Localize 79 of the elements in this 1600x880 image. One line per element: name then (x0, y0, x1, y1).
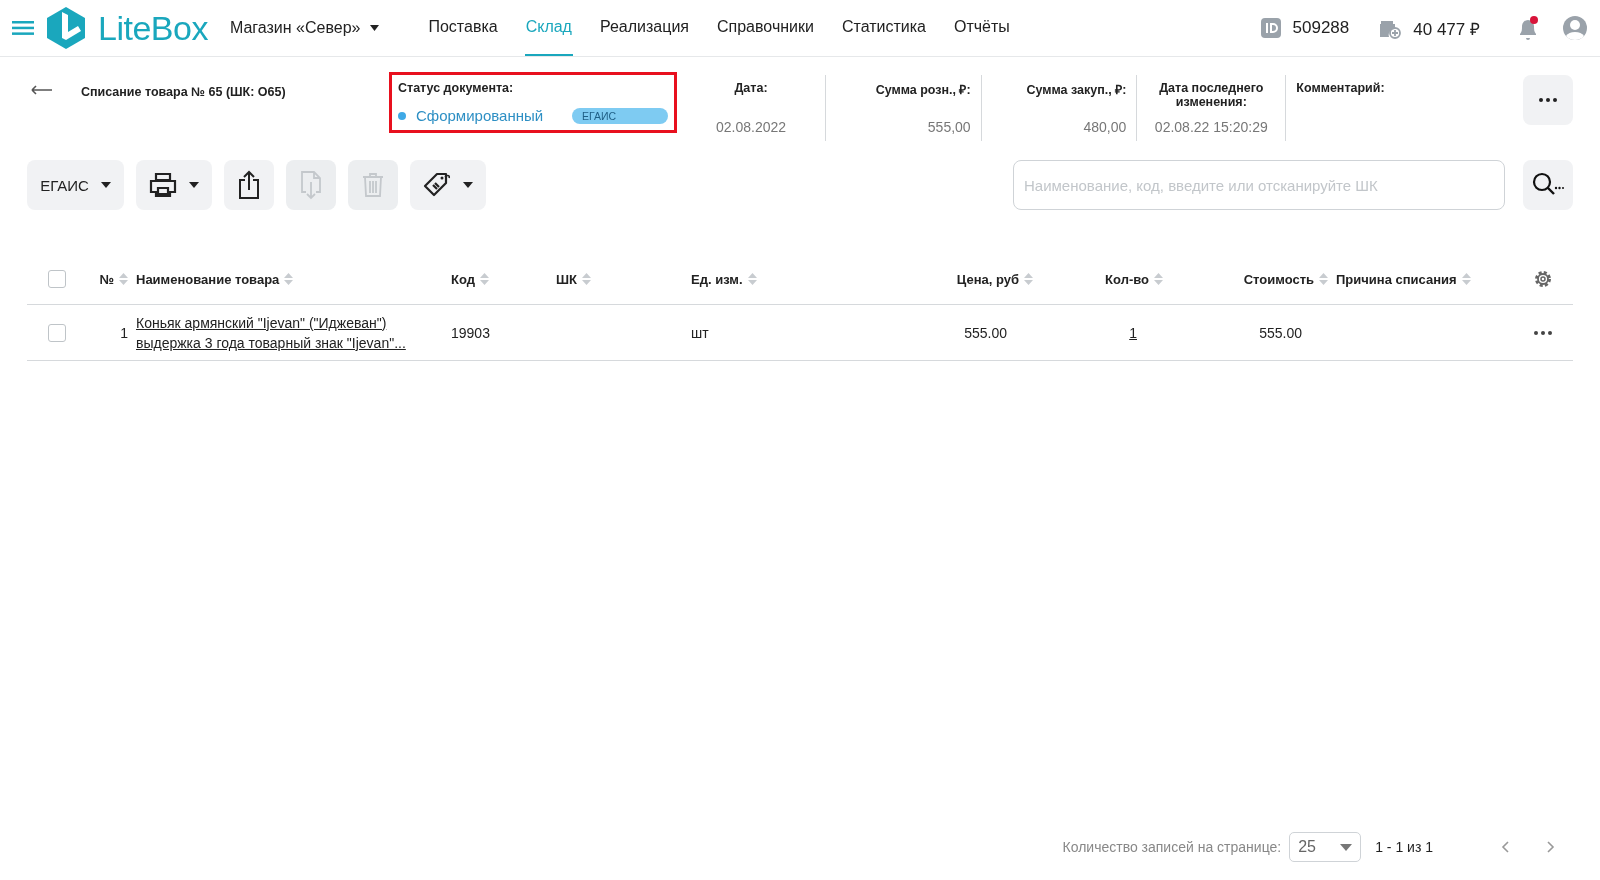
sort-icon[interactable] (747, 272, 757, 286)
caret-icon (1340, 843, 1353, 851)
row-checkbox[interactable] (48, 323, 66, 342)
id-icon (1260, 18, 1281, 38)
quantity-link[interactable]: 1 (1129, 324, 1137, 341)
nav-tab[interactable]: Статистика (840, 0, 927, 56)
field-value: 02.08.2022 (715, 119, 787, 135)
balance: 40 477 ₽ (1413, 18, 1480, 40)
column-header[interactable]: Причина списания (1336, 271, 1457, 287)
cost: 555.00 (1259, 324, 1302, 341)
more-icon (1538, 98, 1557, 102)
sort-icon[interactable] (1319, 272, 1328, 286)
field-label: Сумма закуп., ₽: (1026, 82, 1127, 98)
column-header[interactable]: Цена, руб (956, 271, 1019, 287)
page-size-select[interactable]: 25 (1289, 832, 1362, 862)
field-label: Комментарий: (1296, 81, 1385, 95)
field-value: 555,00 (927, 119, 971, 135)
price-tag-icon (423, 171, 451, 199)
field-value: 480,00 (1083, 119, 1127, 135)
caret-icon (189, 182, 199, 188)
sort-icon[interactable] (479, 272, 489, 286)
sort-icon[interactable] (582, 272, 591, 286)
chevron-left-icon[interactable] (1501, 841, 1509, 853)
field-label: Сумма розн., ₽: (875, 82, 971, 98)
column-header[interactable]: Кол-во (1105, 271, 1149, 287)
nav-tab[interactable]: Реализация (598, 0, 690, 56)
trash-icon (362, 172, 384, 198)
account-id: 509288 (1292, 18, 1350, 38)
document-title: Списание товара № 65 (ШК: О65) (81, 85, 286, 99)
status-dot-icon (398, 111, 406, 120)
print-button[interactable] (136, 160, 212, 210)
caret-icon (463, 182, 473, 188)
field-label: Дата: (734, 81, 768, 95)
product-code: 19903 (451, 324, 490, 341)
cube-logo-icon (44, 6, 88, 50)
settings-icon[interactable] (1533, 269, 1553, 289)
status-value: Сформированный (416, 107, 545, 124)
nav-tab[interactable]: Справочники (716, 0, 815, 56)
sort-icon[interactable] (1024, 272, 1033, 286)
page-size-label: Количество записей на странице: (1062, 839, 1282, 855)
more-icon[interactable] (1534, 330, 1552, 335)
store-selector[interactable]: Магазин «Север» (229, 19, 380, 37)
export-button[interactable] (224, 160, 274, 210)
nav-tab[interactable]: Отчёты (952, 0, 1011, 56)
column-header[interactable]: ШК (556, 271, 577, 287)
select-all-checkbox[interactable] (48, 270, 66, 288)
unit: шт (691, 324, 709, 341)
field-value: 02.08.22 15:20:29 (1154, 119, 1268, 135)
menu-icon[interactable] (12, 21, 34, 35)
column-header[interactable]: Стоимость (1243, 271, 1314, 287)
status-label: Статус документа: (398, 81, 515, 95)
column-header[interactable]: Наименование товара (136, 271, 280, 287)
document-download-icon (300, 170, 322, 200)
share-icon (237, 170, 261, 200)
price: 555.00 (964, 324, 1007, 341)
caret-icon (370, 25, 380, 31)
nav-tab[interactable]: Поставка (427, 0, 499, 56)
sort-icon[interactable] (119, 272, 128, 286)
back-arrow-icon[interactable] (31, 85, 53, 95)
column-header[interactable]: Код (451, 271, 475, 287)
printer-icon (149, 172, 177, 198)
caret-icon (100, 182, 111, 188)
search-button[interactable] (1523, 160, 1573, 210)
avatar-icon[interactable] (1562, 15, 1588, 41)
field-label: Дата последнего изменения: (1158, 81, 1265, 109)
sort-icon[interactable] (1154, 272, 1163, 286)
sort-icon[interactable] (1461, 272, 1471, 286)
more-button[interactable] (1522, 75, 1573, 125)
status-tag: ЕГАИС (572, 107, 668, 124)
column-header[interactable]: Ед. изм. (691, 271, 743, 287)
column-header[interactable]: № (99, 271, 114, 287)
product-name-link[interactable]: Коньяк армянский "Ijevan" ("Иджеван") выдержка 3 года товарный знак "Ijevan"... (136, 312, 443, 353)
search-field[interactable]: Наименование, код, введите или отсканируйте ШК (1013, 160, 1505, 210)
row-number: 1 (120, 324, 128, 341)
sort-icon[interactable] (284, 272, 294, 286)
page-range: 1 - 1 из 1 (1375, 839, 1433, 855)
chevron-right-icon[interactable] (1547, 841, 1555, 853)
egais-menu-button[interactable]: ЕГАИС (27, 160, 124, 210)
tag-button[interactable] (410, 160, 486, 210)
